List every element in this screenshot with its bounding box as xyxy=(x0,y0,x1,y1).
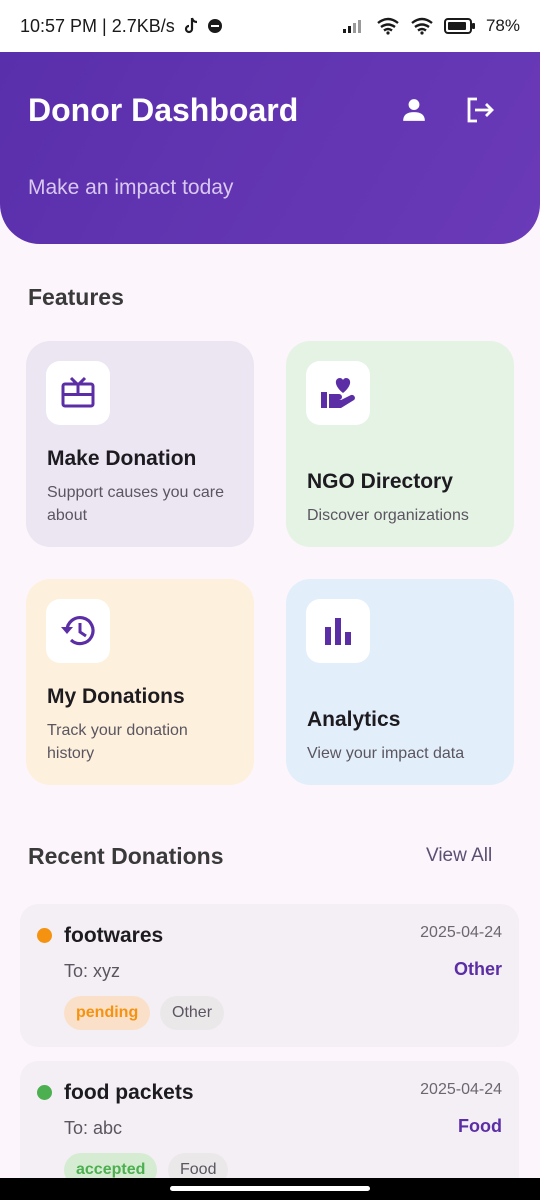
type-badge: Other xyxy=(160,996,225,1030)
card-description: Track your donation history xyxy=(47,722,188,762)
battery-icon xyxy=(443,18,476,34)
my-donations-card[interactable]: My Donations Track your donation history xyxy=(26,579,254,785)
wifi-icon-2 xyxy=(410,17,434,35)
donation-category: Food xyxy=(458,1116,502,1136)
notification-app-icon xyxy=(207,18,223,34)
donation-item[interactable]: footwares To: xyz 2025-04-24 Other pendi… xyxy=(20,904,519,1047)
card-description: View your impact data xyxy=(307,745,465,762)
donation-category: Other xyxy=(453,959,502,979)
page-title: Donor Dashboard xyxy=(28,92,299,128)
history-icon xyxy=(46,599,110,663)
card-title: My Donations xyxy=(47,685,185,708)
wifi-icon xyxy=(376,17,400,35)
donation-date: 2025-04-24 xyxy=(420,1081,502,1098)
status-dot xyxy=(37,1085,52,1100)
donation-recipient: To: abc xyxy=(64,1118,123,1138)
donation-recipient: To: xyz xyxy=(64,961,121,981)
signal-icon xyxy=(342,18,366,34)
logout-button[interactable] xyxy=(462,94,498,130)
page-subtitle: Make an impact today xyxy=(28,176,234,199)
card-title: NGO Directory xyxy=(307,470,453,493)
volunteer-hand-heart-icon xyxy=(306,361,370,425)
ngo-directory-card[interactable]: NGO Directory Discover organizations xyxy=(286,341,514,547)
status-badge: pending xyxy=(64,996,151,1030)
bar-chart-icon xyxy=(306,599,370,663)
profile-button[interactable] xyxy=(396,94,432,130)
gift-card-icon xyxy=(46,361,110,425)
features-heading: Features xyxy=(28,284,124,310)
card-description: Support causes you care about xyxy=(47,484,224,524)
dashboard-header: Donor Dashboard Make an impact today xyxy=(0,52,540,244)
status-bar: 10:57 PM | 2.7KB/s 78% xyxy=(0,0,540,52)
make-donation-card[interactable]: Make Donation Support causes you care ab… xyxy=(26,341,254,547)
card-title: Analytics xyxy=(307,708,401,731)
system-nav-bar xyxy=(0,1178,540,1200)
card-title: Make Donation xyxy=(47,447,197,470)
analytics-card[interactable]: Analytics View your impact data xyxy=(286,579,514,785)
recent-donations-heading: Recent Donations xyxy=(28,843,224,869)
donation-title: footwares xyxy=(64,924,164,947)
donation-date: 2025-04-24 xyxy=(420,924,502,941)
status-dot xyxy=(37,928,52,943)
home-gesture-handle[interactable] xyxy=(170,1186,370,1191)
card-description: Discover organizations xyxy=(307,507,469,524)
logout-icon xyxy=(465,96,495,129)
battery-percent: 78% xyxy=(485,16,520,35)
view-all-link[interactable]: View All xyxy=(426,845,492,867)
person-icon xyxy=(401,97,427,128)
status-time-speed: 10:57 PM | 2.7KB/s xyxy=(20,15,175,36)
tiktok-icon xyxy=(183,17,199,35)
donation-title: food packets xyxy=(64,1081,194,1104)
